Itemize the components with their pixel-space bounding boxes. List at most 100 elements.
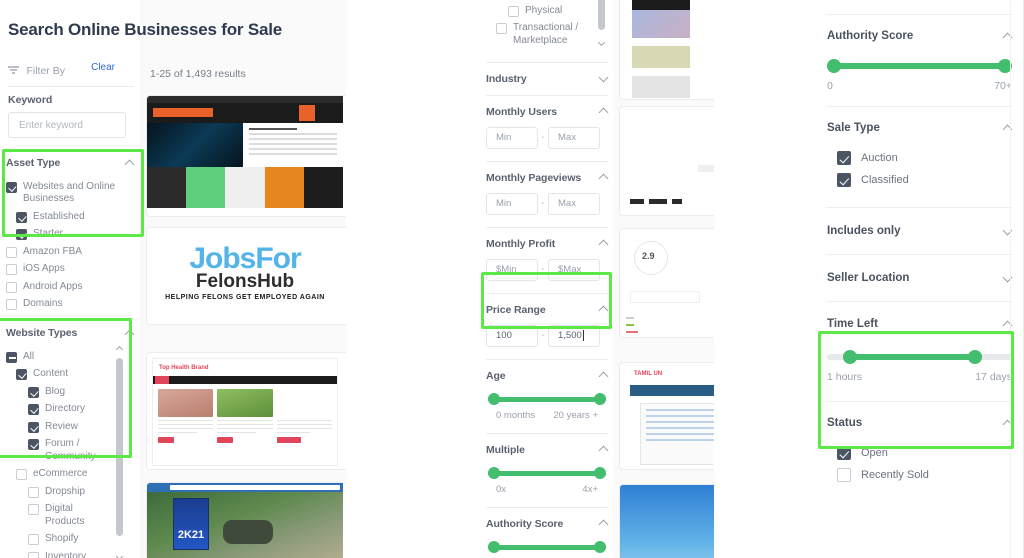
chevron-up-icon[interactable]: [599, 371, 608, 380]
listing-card-thumbnail[interactable]: [619, 484, 714, 558]
filter-section-time-left[interactable]: Time Left 1 hours 17 days: [815, 308, 1024, 383]
chevron-up-icon[interactable]: [599, 445, 608, 454]
filter-section-includes-only[interactable]: Includes only: [815, 214, 1024, 248]
listing-results-column-continued[interactable]: 2.9 TAMIL UN: [614, 0, 714, 558]
chevron-up-icon[interactable]: [599, 519, 608, 528]
slider-knob-min[interactable]: [488, 393, 500, 405]
asset-type-options[interactable]: Websites and Online Businesses Establish…: [0, 174, 140, 313]
scroll-down-arrow[interactable]: [117, 554, 123, 558]
filter-section-price-range[interactable]: Price Range 100 - 1,500: [480, 299, 614, 354]
checkbox-row[interactable]: Classified: [827, 169, 1012, 191]
filter-section-multiple[interactable]: Multiple 0x 4x+: [480, 439, 614, 497]
seller-location-header[interactable]: Seller Location: [827, 261, 1012, 295]
chevron-up-icon[interactable]: [599, 305, 608, 314]
authority-score-header[interactable]: Authority Score: [480, 513, 614, 535]
slider-knob-min[interactable]: [843, 350, 857, 364]
filter-section-asset-type[interactable]: Asset Type Websites and Online Businesse…: [0, 152, 140, 324]
listing-card[interactable]: xiaomi Type Websi Xiaom SPONS: [146, 95, 346, 217]
filter-column-middle[interactable]: Physical Transactional / Marketplace Ind…: [480, 0, 614, 558]
checkbox-row[interactable]: iOS Apps: [0, 261, 140, 279]
checkbox[interactable]: [837, 151, 851, 165]
monthly-profit-range[interactable]: $Min - $Max: [480, 255, 614, 288]
filter-section-industry[interactable]: Industry: [480, 68, 614, 90]
scroll-down-arrow[interactable]: [599, 40, 605, 46]
checkbox[interactable]: [6, 299, 17, 310]
slider-track[interactable]: [827, 350, 1012, 364]
listing-card-thumbnail[interactable]: [619, 106, 714, 216]
listing-card-thumbnail[interactable]: 2.9: [619, 228, 714, 338]
chevron-up-icon[interactable]: [125, 159, 134, 168]
slider-track[interactable]: [488, 393, 606, 405]
checkbox[interactable]: [16, 229, 27, 240]
checkbox[interactable]: [837, 173, 851, 187]
listing-results-column[interactable]: xiaomi Type Websi Xiaom SPONS JobsFor Fe…: [140, 0, 346, 558]
checkbox[interactable]: [16, 211, 27, 223]
slider-track[interactable]: [488, 541, 606, 553]
checkbox-row[interactable]: Android Apps: [0, 278, 140, 296]
time-left-header[interactable]: Time Left: [827, 308, 1012, 340]
monthly-profit-header[interactable]: Monthly Profit: [480, 233, 614, 255]
listing-card[interactable]: 2K21 best Type Websi Adve: [146, 482, 346, 558]
checkbox[interactable]: [6, 351, 17, 363]
monthly-pageviews-max-input[interactable]: Max: [548, 192, 600, 215]
listing-card[interactable]: Top Health Brand toph Type Websi Healt S…: [146, 352, 346, 470]
checkbox[interactable]: [28, 439, 39, 450]
checkbox-row[interactable]: Forum / Community: [0, 436, 108, 466]
slider-knob-max[interactable]: [594, 393, 606, 405]
authority-score-slider[interactable]: 0 70+: [827, 51, 1012, 92]
slider-knob-min[interactable]: [488, 541, 500, 553]
filter-panel-right[interactable]: Authority Score 0 70+ Sale Type Auction: [815, 0, 1024, 558]
monthly-pageviews-range[interactable]: Min - Max: [480, 189, 614, 222]
checkbox-row[interactable]: Transactional / Marketplace: [480, 20, 588, 50]
slider-knob-max[interactable]: [594, 467, 606, 479]
website-types-scrollbar[interactable]: [116, 346, 123, 558]
asset-type-header[interactable]: Asset Type: [0, 152, 140, 174]
checkbox-row[interactable]: Physical: [480, 2, 614, 20]
age-slider[interactable]: 0 months 20 years +: [480, 387, 614, 423]
checkbox[interactable]: [6, 246, 17, 258]
listing-card-thumbnail[interactable]: [619, 0, 714, 100]
filter-section-monthly-users[interactable]: Monthly Users Min - Max: [480, 101, 614, 156]
filter-section-authority-score-mid[interactable]: Authority Score 0 70+: [480, 513, 614, 558]
time-left-slider[interactable]: 1 hours 17 days: [827, 340, 1012, 383]
price-max-input[interactable]: 1,500: [548, 324, 600, 347]
listing-card-thumbnail[interactable]: TAMIL UN: [619, 362, 714, 470]
checkbox[interactable]: [28, 504, 39, 515]
multiple-header[interactable]: Multiple: [480, 439, 614, 461]
price-min-input[interactable]: 100: [486, 324, 538, 347]
website-types-options[interactable]: All Content Blog Directory Review Forum …: [0, 344, 140, 558]
checkbox[interactable]: [28, 486, 39, 498]
checkbox-row[interactable]: Websites and Online Businesses: [0, 178, 140, 208]
checkbox-row[interactable]: Amazon FBA: [0, 243, 140, 261]
checkbox-row[interactable]: Established: [0, 208, 140, 226]
checkbox[interactable]: [6, 264, 17, 275]
website-types-scrollbar-continued[interactable]: [598, 0, 605, 46]
checkbox[interactable]: [6, 281, 17, 293]
filter-sidebar[interactable]: Search Online Businesses for Sale Filter…: [0, 0, 282, 558]
monthly-users-range[interactable]: Min - Max: [480, 123, 614, 156]
slider-knob-max[interactable]: [594, 541, 606, 553]
chevron-up-icon[interactable]: [125, 329, 134, 338]
checkbox-row[interactable]: Starter: [0, 226, 140, 244]
scroll-up-arrow[interactable]: [117, 346, 123, 352]
chevron-up-icon[interactable]: [599, 173, 608, 182]
slider-track[interactable]: [827, 59, 1012, 73]
checkbox[interactable]: [28, 551, 39, 558]
age-header[interactable]: Age: [480, 365, 614, 387]
chevron-up-icon[interactable]: [599, 239, 608, 248]
keyword-input[interactable]: Enter keyword: [8, 112, 126, 138]
monthly-users-max-input[interactable]: Max: [548, 126, 600, 149]
monthly-users-min-input[interactable]: Min: [486, 126, 538, 149]
monthly-profit-min-input[interactable]: $Min: [486, 258, 538, 281]
includes-only-header[interactable]: Includes only: [827, 214, 1012, 248]
slider-track[interactable]: [488, 467, 606, 479]
checkbox-row[interactable]: Digital Products: [0, 501, 104, 531]
checkbox[interactable]: [28, 404, 39, 415]
website-types-header[interactable]: Website Types: [0, 322, 140, 344]
authority-score-slider[interactable]: 0 70+: [480, 535, 614, 558]
filter-section-website-types[interactable]: Website Types All Content Blog Directory: [0, 322, 140, 558]
checkbox[interactable]: [28, 386, 39, 398]
price-range-header[interactable]: Price Range: [480, 299, 614, 321]
chevron-up-icon[interactable]: [599, 107, 608, 116]
scrollbar-thumb[interactable]: [116, 358, 123, 536]
